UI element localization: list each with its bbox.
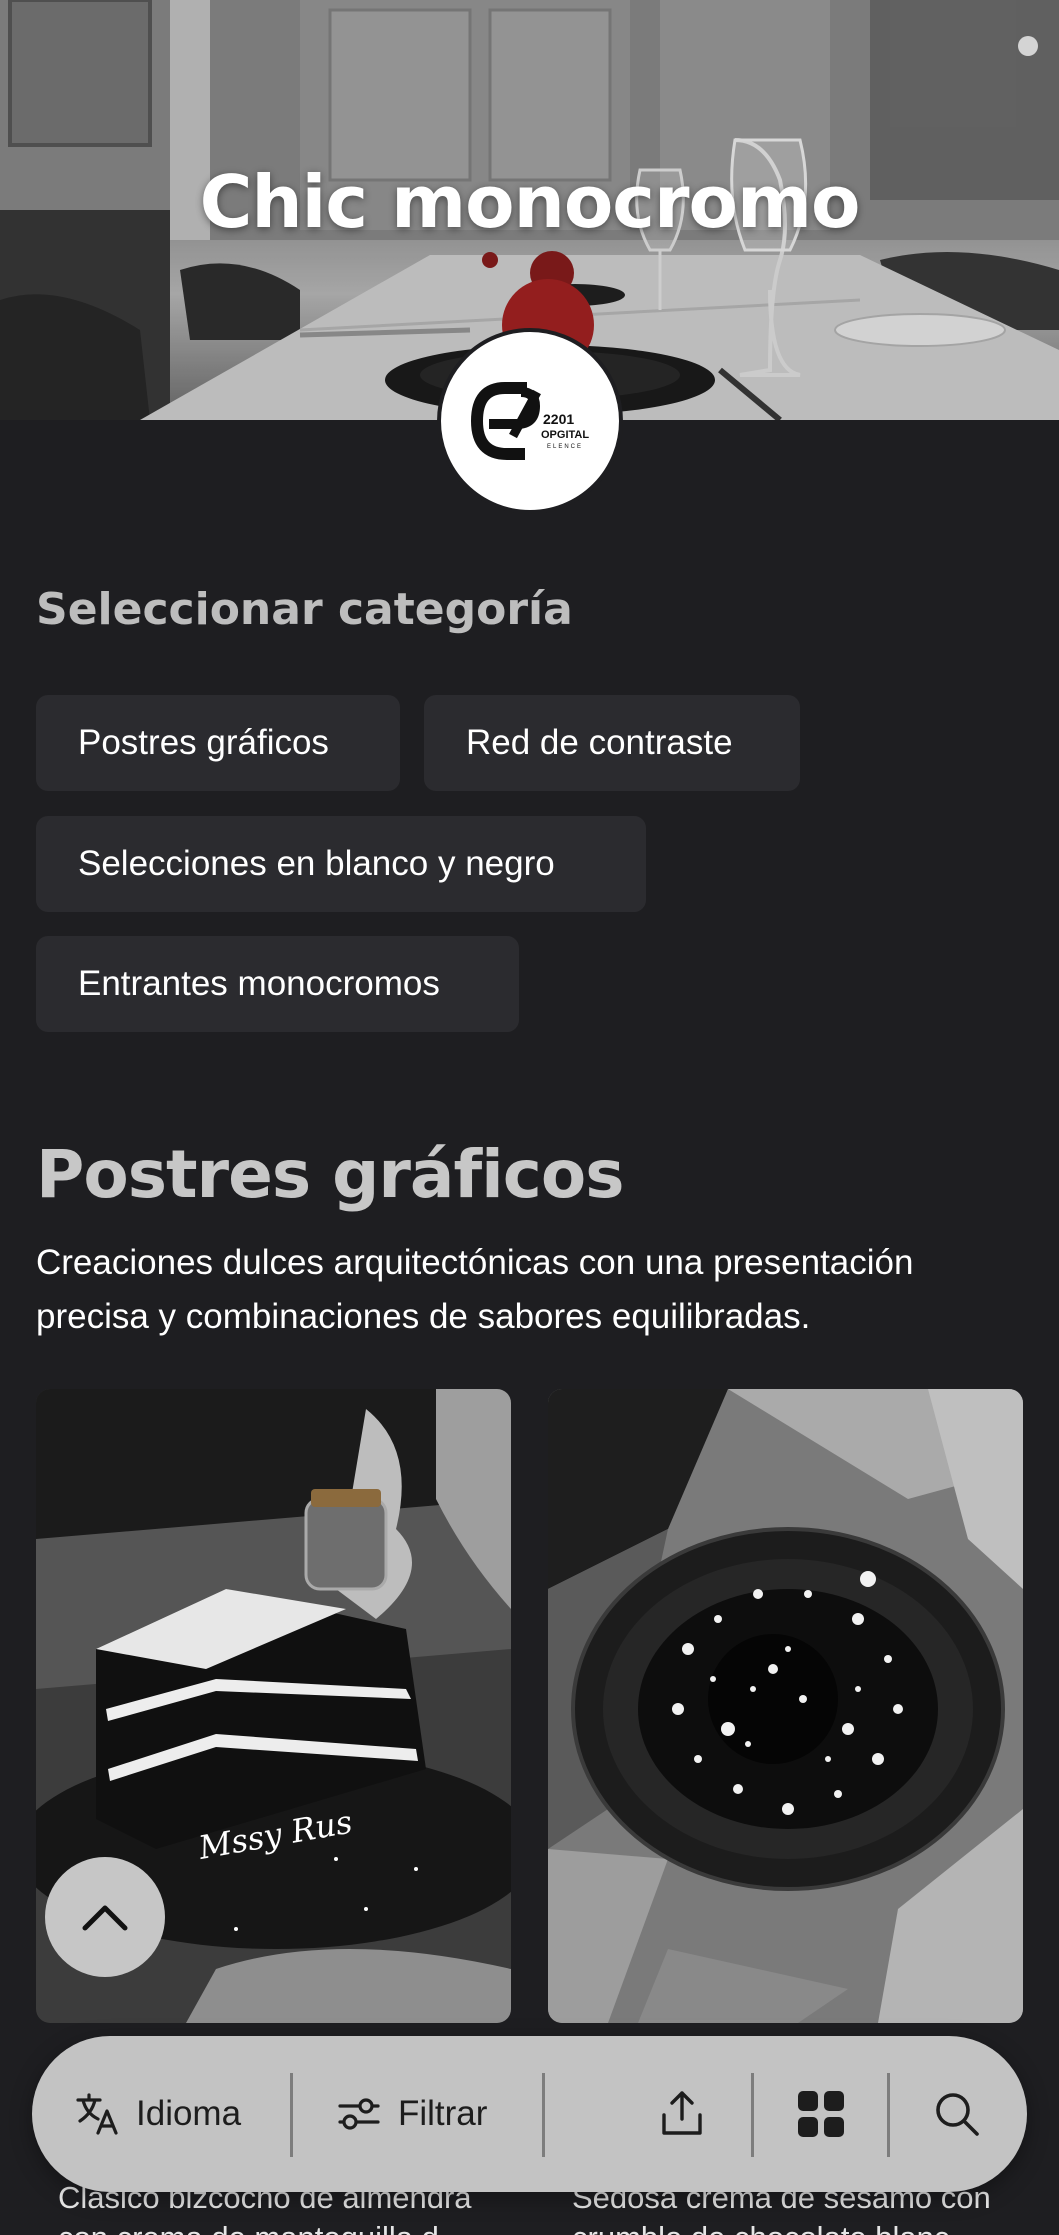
- translate-icon: [76, 2093, 118, 2135]
- product-card-image[interactable]: [548, 1389, 1023, 2023]
- category-chip-postres[interactable]: Postres gráficos: [36, 695, 400, 791]
- restaurant-logo: 2201 OPGITAL ELENCE: [437, 328, 623, 514]
- logo-mark-icon: 2201 OPGITAL ELENCE: [470, 382, 589, 460]
- bottom-toolbar: Idioma Filtrar: [32, 2036, 1027, 2192]
- category-heading: Seleccionar categoría: [36, 584, 573, 635]
- svg-text:2201: 2201: [543, 411, 574, 427]
- filter-button[interactable]: Filtrar: [336, 2036, 487, 2192]
- toolbar-divider: [887, 2073, 890, 2157]
- product-image-dome: [548, 1389, 1023, 2023]
- toolbar-divider: [542, 2073, 545, 2157]
- page-title: Chic monocromo: [199, 160, 861, 244]
- share-icon: [662, 2091, 702, 2135]
- toolbar-divider: [751, 2073, 754, 2157]
- category-chip-blanco-negro[interactable]: Selecciones en blanco y negro: [36, 816, 646, 912]
- svg-text:OPGITAL: OPGITAL: [541, 429, 589, 441]
- grid-icon: [798, 2091, 844, 2137]
- category-chip-entrantes[interactable]: Entrantes monocromos: [36, 936, 519, 1032]
- section-title: Postres gráficos: [36, 1136, 625, 1213]
- section-description: Creaciones dulces arquitectónicas con un…: [36, 1243, 914, 1336]
- chevron-up-icon: [82, 1905, 128, 1931]
- language-label: Idioma: [136, 2094, 242, 2133]
- svg-text:ELENCE: ELENCE: [547, 444, 583, 450]
- search-icon: [936, 2093, 979, 2136]
- language-button[interactable]: Idioma: [74, 2036, 241, 2192]
- scroll-to-top-button[interactable]: [45, 1857, 165, 1977]
- filter-label: Filtrar: [398, 2094, 488, 2133]
- search-button[interactable]: [932, 2036, 982, 2192]
- filter-icon: [338, 2098, 380, 2130]
- category-chip-contraste[interactable]: Red de contraste: [424, 695, 800, 791]
- toolbar-divider: [290, 2073, 293, 2157]
- grid-view-button[interactable]: [796, 2036, 846, 2192]
- share-button[interactable]: [658, 2036, 706, 2192]
